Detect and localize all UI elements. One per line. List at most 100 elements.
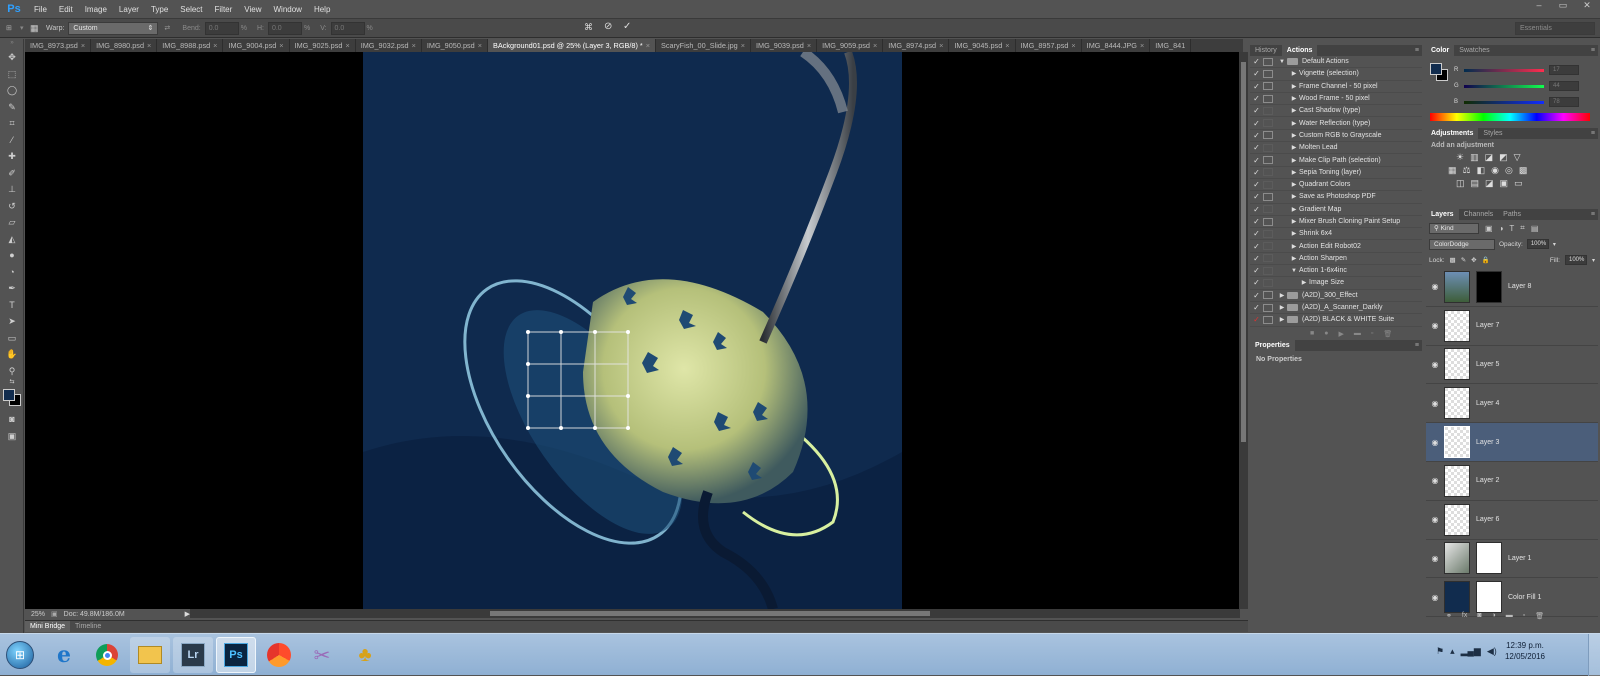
hue-saturation-icon[interactable]: ▦ — [1448, 165, 1457, 176]
move-tool-icon[interactable]: ✥ — [0, 49, 24, 66]
swap-colors-icon[interactable]: ⇆ — [0, 379, 24, 387]
menu-layer[interactable]: Layer — [113, 5, 145, 14]
dialog-toggle-icon[interactable] — [1263, 205, 1273, 214]
doc-tab[interactable]: IMG_9032.psd × — [356, 39, 422, 52]
check-icon[interactable]: ✓ — [1250, 205, 1263, 214]
opacity-field[interactable]: 100% — [1526, 239, 1549, 249]
document-image[interactable] — [363, 52, 902, 609]
foreground-color-swatch[interactable] — [3, 389, 15, 401]
layer-mask-thumbnail[interactable] — [1476, 542, 1502, 575]
doc-tab[interactable]: IMG_8974.psd × — [883, 39, 950, 52]
tab-history[interactable]: History — [1250, 45, 1282, 56]
layer-row[interactable]: ◉ Layer 4 — [1426, 384, 1598, 424]
action-set-row[interactable]: ✓ ▶ (A2D)_300_Effect — [1250, 290, 1422, 302]
check-icon[interactable]: ✓ — [1250, 242, 1263, 251]
close-icon[interactable]: × — [807, 41, 811, 50]
action-row[interactable]: ✓ ▶ Molten Lead — [1250, 142, 1422, 155]
eye-icon[interactable]: ◉ — [1426, 593, 1444, 602]
layer-row[interactable]: ◉ Layer 1 — [1426, 540, 1598, 579]
eraser-tool-icon[interactable]: ▱ — [0, 214, 24, 231]
lock-pixels-icon[interactable]: ✎ — [1461, 256, 1466, 264]
type-tool-icon[interactable]: T — [0, 297, 24, 314]
action-center-flag-icon[interactable]: ⚑ — [1436, 646, 1444, 657]
dialog-toggle-icon[interactable] — [1263, 229, 1273, 238]
tab-paths[interactable]: Paths — [1498, 209, 1526, 220]
warp-mode-icon[interactable]: ⌘ — [584, 22, 593, 33]
vertical-scroll-thumb[interactable] — [1241, 62, 1246, 442]
chevron-right-icon[interactable]: ▶ — [1289, 70, 1299, 77]
quick-select-tool-icon[interactable]: ✎ — [0, 99, 24, 116]
close-icon[interactable]: × — [412, 41, 416, 50]
zoom-level[interactable]: 25% — [31, 611, 45, 618]
action-row[interactable]: ✓ ▶ Frame Channel - 50 pixel — [1250, 81, 1422, 93]
check-icon[interactable]: ✓ — [1250, 291, 1263, 300]
doc-tab[interactable]: IMG_8957.psd × — [1016, 39, 1082, 52]
close-icon[interactable]: × — [1140, 41, 1144, 50]
action-row[interactable]: ✓ ▶ Gradient Map — [1250, 204, 1422, 216]
warp-style-dropdown[interactable]: Custom ⇕ — [68, 21, 159, 35]
paint-bucket-tool-icon[interactable]: ◭ — [0, 231, 24, 248]
invert-icon[interactable]: ◫ — [1456, 178, 1465, 189]
chevron-right-icon[interactable]: ▶ — [1289, 206, 1299, 213]
new-group-icon[interactable]: ▬ — [1506, 612, 1513, 620]
channel-mixer-icon[interactable]: ◎ — [1505, 165, 1513, 176]
action-row[interactable]: ✓ ▶ Wood Frame - 50 pixel — [1250, 93, 1422, 106]
doc-tab[interactable]: IMG_8988.psd × — [157, 39, 224, 52]
minimize-button[interactable]: – — [1528, 0, 1550, 14]
chevron-down-icon[interactable]: ▼ — [1289, 268, 1299, 274]
eye-icon[interactable]: ◉ — [1426, 476, 1444, 485]
doc-tab[interactable]: IMG_9039.psd × — [751, 39, 818, 52]
layer-kind-dropdown[interactable]: ⚲ Kind — [1429, 222, 1479, 234]
eye-icon[interactable]: ◉ — [1426, 438, 1444, 447]
action-row[interactable]: ✓ ▶ Make Clip Path (selection) — [1250, 154, 1422, 167]
eye-icon[interactable]: ◉ — [1426, 321, 1444, 330]
panel-menu-icon[interactable]: ≡ — [1591, 211, 1598, 218]
hand-tool-icon[interactable]: ✋ — [0, 346, 24, 363]
gradient-map-icon[interactable]: ▭ — [1514, 178, 1523, 189]
warp-grid-icon[interactable]: ▦ — [30, 23, 42, 34]
canvas-area[interactable] — [25, 52, 1239, 609]
panel-menu-icon[interactable]: ≡ — [1591, 47, 1598, 54]
clock[interactable]: 12:39 p.m. 12/05/2016 — [1490, 640, 1560, 662]
panel-menu-icon[interactable]: ≡ — [1415, 47, 1422, 54]
check-icon[interactable]: ✓ — [1250, 69, 1263, 78]
curves-icon[interactable]: ◪ — [1485, 152, 1494, 163]
check-icon[interactable]: ✓ — [1250, 156, 1263, 165]
action-row[interactable]: ✓ ▶ Sepia Toning (layer) — [1250, 167, 1422, 179]
crop-tool-icon[interactable]: ⌗ — [0, 115, 24, 132]
action-row[interactable]: ✓ ▶ Vignette (selection) — [1250, 68, 1422, 81]
eye-icon[interactable]: ◉ — [1426, 515, 1444, 524]
action-row[interactable]: ✓ ▶ Mixer Brush Cloning Paint Setup — [1250, 216, 1422, 229]
dialog-toggle-icon[interactable] — [1263, 82, 1273, 91]
doc-tab[interactable]: IMG_8980.psd × — [91, 39, 158, 52]
vertical-scrollbar[interactable] — [1239, 52, 1248, 609]
close-icon[interactable]: × — [478, 41, 482, 50]
close-icon[interactable]: × — [1071, 41, 1075, 50]
chevron-right-icon[interactable]: ▶ — [1299, 279, 1309, 286]
healing-brush-tool-icon[interactable]: ✚ — [0, 148, 24, 165]
horizontal-scrollbar[interactable] — [190, 609, 1240, 618]
action-row[interactable]: ✓ ▼ Action 1-6x4inc — [1250, 265, 1422, 278]
v-field[interactable]: 0.0 — [330, 21, 365, 35]
chevron-right-icon[interactable]: ▶ — [1289, 255, 1299, 262]
lock-position-icon[interactable]: ✥ — [1471, 256, 1476, 264]
lasso-tool-icon[interactable]: ◯ — [0, 82, 24, 99]
check-icon[interactable]: ✓ — [1250, 192, 1263, 201]
clone-stamp-tool-icon[interactable]: ⊥ — [0, 181, 24, 198]
menu-filter[interactable]: Filter — [209, 5, 239, 14]
check-icon[interactable]: ✓ — [1250, 82, 1263, 91]
dialog-toggle-icon[interactable] — [1263, 291, 1273, 300]
color-balance-icon[interactable]: ⚖ — [1463, 165, 1471, 176]
restore-button[interactable]: ▭ — [1552, 0, 1574, 14]
stop-icon[interactable]: ■ — [1310, 330, 1314, 338]
commit-transform-icon[interactable]: ✓ — [623, 21, 631, 32]
chevron-down-icon[interactable]: ▾ — [1592, 257, 1595, 264]
trash-icon[interactable]: 🗑 — [1383, 330, 1392, 338]
close-icon[interactable]: × — [939, 41, 943, 50]
tab-styles[interactable]: Styles — [1478, 128, 1507, 139]
foreground-color-swatch[interactable] — [1430, 63, 1442, 75]
brush-tool-icon[interactable]: ✐ — [0, 165, 24, 182]
brightness-icon[interactable]: ☀ — [1456, 152, 1464, 163]
tab-timeline[interactable]: Timeline — [70, 621, 106, 632]
chevron-right-icon[interactable]: ▶ — [1289, 181, 1299, 188]
